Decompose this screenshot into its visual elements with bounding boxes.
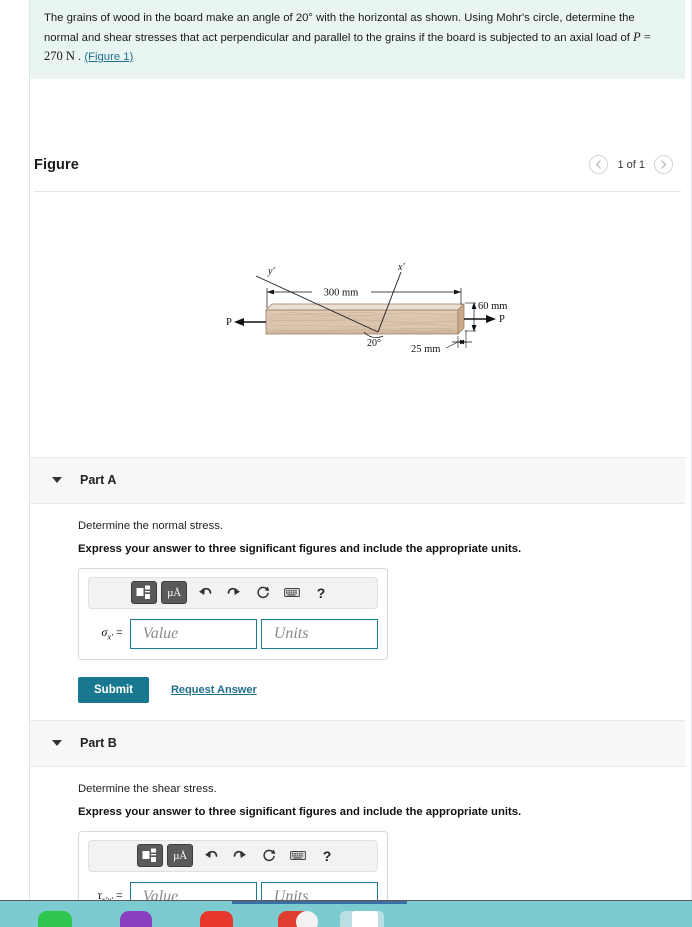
reset-circle-glyph: [262, 849, 276, 863]
orange-dots-inner-icon[interactable]: [352, 911, 378, 927]
part-a-answer-label: σx' =: [88, 625, 130, 641]
redo-arrow-glyph: [233, 849, 247, 862]
keyboard-icon[interactable]: [287, 845, 309, 867]
force-left-label: P: [226, 317, 232, 328]
undo-arrow-glyph: [198, 586, 212, 599]
part-a-title: Part A: [80, 473, 116, 487]
green-app-icon[interactable]: [38, 911, 72, 927]
dimension-height-label: 60 mm: [478, 301, 507, 312]
load-symbol: P: [633, 30, 641, 44]
equals-sign: =: [116, 625, 123, 639]
collapse-caret-icon[interactable]: [52, 477, 62, 483]
angle-label: 20°: [367, 338, 381, 349]
template-glyph-icon: [142, 848, 159, 863]
problem-page: The grains of wood in the board make an …: [30, 0, 685, 900]
part-a-section: Part A Determine the normal stress. Expr…: [30, 457, 685, 703]
collapse-caret-icon[interactable]: [52, 740, 62, 746]
sigma-subscript: x': [107, 632, 113, 642]
figure-next-button[interactable]: [654, 155, 673, 174]
axis-x-label: x′: [397, 262, 405, 273]
undo-icon[interactable]: [194, 582, 216, 604]
help-icon[interactable]: ?: [310, 582, 332, 604]
statement-text-3: .: [75, 51, 84, 63]
axis-y-label: y′: [267, 266, 275, 277]
figure-counter: 1 of 1: [617, 159, 645, 171]
part-b-toolbar: µÅ: [88, 840, 378, 872]
wood-board-diagram: 300 mm y′ x′ 20° P P 60 mm: [226, 262, 516, 372]
keyboard-glyph: [290, 850, 306, 861]
units-button[interactable]: µÅ: [161, 581, 187, 604]
part-b-question: Determine the shear stress.: [78, 783, 685, 795]
figure-navigation: 1 of 1: [589, 155, 673, 174]
figure-header: Figure 1 of 1: [30, 139, 685, 191]
part-b-instruction: Express your answer to three significant…: [78, 806, 685, 818]
undo-icon[interactable]: [200, 845, 222, 867]
reset-circle-glyph: [256, 586, 270, 600]
part-a-body: Determine the normal stress. Express you…: [30, 504, 685, 703]
part-a-toolbar: µÅ: [88, 577, 378, 609]
redo-icon[interactable]: [229, 845, 251, 867]
undo-arrow-glyph: [204, 849, 218, 862]
part-a-header[interactable]: Part A: [30, 457, 685, 504]
part-a-answer-row: σx' = Value Units: [88, 619, 378, 649]
part-a-request-answer-link[interactable]: Request Answer: [171, 684, 257, 696]
part-a-instruction: Express your answer to three significant…: [78, 543, 685, 555]
redo-icon[interactable]: [223, 582, 245, 604]
dimension-thickness-label: 25 mm: [411, 344, 440, 355]
reset-icon[interactable]: [258, 845, 280, 867]
keyboard-icon[interactable]: [281, 582, 303, 604]
keyboard-glyph: [284, 587, 300, 598]
part-a-answer-box: µÅ: [78, 568, 388, 660]
purple-app-icon[interactable]: [120, 911, 152, 927]
part-b-title: Part B: [80, 736, 117, 750]
part-a-value-input[interactable]: Value: [130, 619, 257, 649]
units-button[interactable]: µÅ: [167, 844, 193, 867]
redo-arrow-glyph: [227, 586, 241, 599]
problem-statement: The grains of wood in the board make an …: [30, 0, 685, 79]
figure-title: Figure: [34, 157, 79, 173]
part-a-units-input[interactable]: Units: [261, 619, 378, 649]
chevron-right-icon: [660, 160, 667, 169]
part-b-header[interactable]: Part B: [30, 720, 685, 767]
part-a-question: Determine the normal stress.: [78, 520, 685, 532]
taskbar-active-tab-strip: [232, 901, 407, 904]
force-right-label: P: [499, 314, 505, 325]
figure-body: 300 mm y′ x′ 20° P P 60 mm: [30, 192, 685, 457]
template-glyph-icon: [136, 585, 153, 600]
load-unit: N: [66, 49, 75, 63]
help-icon[interactable]: ?: [316, 845, 338, 867]
math-template-icon[interactable]: [137, 844, 163, 867]
chevron-left-icon: [595, 160, 602, 169]
white-green-badge-icon[interactable]: [296, 911, 318, 927]
part-a-submit-button[interactable]: Submit: [78, 677, 149, 703]
part-b-section: Part B Determine the shear stress. Expre…: [30, 720, 685, 923]
red-app-icon[interactable]: [200, 911, 233, 927]
figure-prev-button[interactable]: [589, 155, 608, 174]
math-template-icon[interactable]: [131, 581, 157, 604]
part-a-submit-row: Submit Request Answer: [78, 677, 685, 703]
reset-icon[interactable]: [252, 582, 274, 604]
dimension-length-label: 300 mm: [324, 287, 359, 298]
figure-link[interactable]: (Figure 1): [84, 51, 133, 63]
left-gutter: [0, 0, 30, 900]
taskbar: [0, 900, 692, 927]
statement-text-1: The grains of wood in the board make an …: [44, 12, 308, 24]
